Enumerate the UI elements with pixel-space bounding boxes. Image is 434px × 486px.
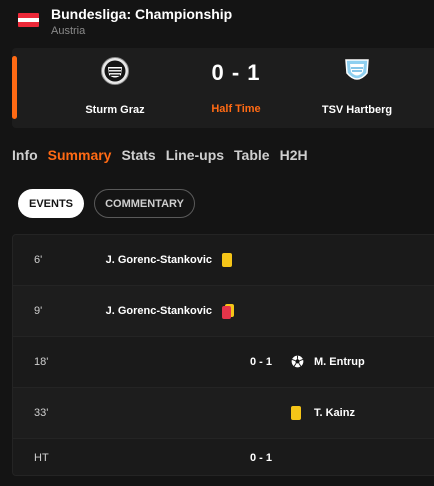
home-player-name[interactable]: J. Gorenc-Stankovic <box>106 254 212 266</box>
home-team[interactable]: Sturm Graz <box>60 56 170 116</box>
austria-flag-icon <box>18 13 39 27</box>
tsv-hartberg-crest-icon <box>342 56 372 86</box>
tab-info[interactable]: Info <box>12 147 38 167</box>
halftime-row: HT 0 - 1 <box>13 439 434 475</box>
away-player-name[interactable]: T. Kainz <box>314 407 355 419</box>
home-player-name[interactable]: J. Gorenc-Stankovic <box>106 305 212 317</box>
commentary-toggle-button[interactable]: COMMENTARY <box>94 189 195 218</box>
league-header[interactable]: Bundesliga: Championship Austria <box>0 0 434 44</box>
match-score: 0 - 1 <box>211 60 261 85</box>
tab-table[interactable]: Table <box>234 147 270 167</box>
away-team-name: TSV Hartberg <box>321 104 393 116</box>
tab-stats[interactable]: Stats <box>121 147 155 167</box>
league-country: Austria <box>51 25 86 37</box>
events-list: 6' J. Gorenc-Stankovic 9' J. Gorenc-Stan… <box>12 234 434 476</box>
event-minute: 18' <box>34 356 49 368</box>
live-accent-bar <box>12 56 17 119</box>
second-yellow-card-icon <box>222 304 234 319</box>
tab-summary[interactable]: Summary <box>48 147 112 167</box>
event-score: 0 - 1 <box>249 356 272 368</box>
event-row: 33' T. Kainz <box>13 388 434 439</box>
league-name[interactable]: Bundesliga: Championship <box>51 6 232 22</box>
yellow-card-icon <box>222 253 232 267</box>
tab-line-ups[interactable]: Line-ups <box>166 147 224 167</box>
goal-ball-icon <box>291 355 304 373</box>
tab-h2h[interactable]: H2H <box>280 147 308 167</box>
event-minute: 9' <box>34 305 43 317</box>
event-row: 18' 0 - 1 M. Entrup <box>13 337 434 388</box>
score-card: Sturm Graz 0 - 1 Half Time TSV Hartberg <box>12 48 434 128</box>
event-minute: 33' <box>34 407 49 419</box>
halftime-score: 0 - 1 <box>249 452 272 464</box>
match-status: Half Time <box>211 103 261 115</box>
yellow-card-icon <box>291 406 301 420</box>
away-player-name[interactable]: M. Entrup <box>314 356 365 368</box>
away-team[interactable]: TSV Hartberg <box>302 56 412 116</box>
home-team-name: Sturm Graz <box>85 104 145 116</box>
event-row: 9' J. Gorenc-Stankovic <box>13 286 434 337</box>
match-tabs: Info Summary Stats Line-ups Table H2H <box>12 147 318 167</box>
event-minute: 6' <box>34 254 43 266</box>
sturm-graz-crest-icon <box>100 56 130 86</box>
events-toggle-button[interactable]: EVENTS <box>18 189 84 218</box>
event-minute: HT <box>34 452 49 464</box>
event-row: 6' J. Gorenc-Stankovic <box>13 235 434 286</box>
